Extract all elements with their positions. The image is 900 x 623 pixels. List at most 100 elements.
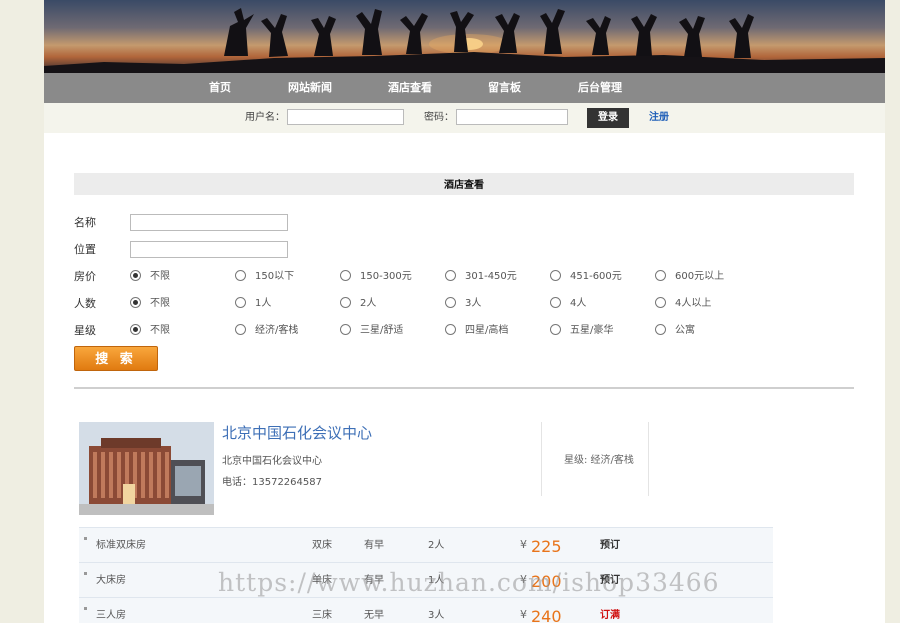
currency-symbol: ¥ bbox=[520, 538, 527, 551]
radio-button[interactable] bbox=[235, 323, 246, 335]
price-label: 房价 bbox=[74, 270, 96, 283]
room-capacity: 2人 bbox=[428, 540, 445, 551]
radio-button[interactable] bbox=[550, 323, 561, 335]
people-option[interactable]: 不限 bbox=[130, 294, 170, 314]
people-filter-row: 人数 不限 1人 2人 3人 4人 4人以上 bbox=[74, 294, 854, 314]
radio-button[interactable] bbox=[445, 296, 456, 308]
radio-button[interactable] bbox=[130, 323, 141, 335]
hotel-name-link[interactable]: 北京中国石化会议中心 bbox=[222, 422, 372, 444]
location-input[interactable] bbox=[130, 241, 288, 258]
star-filter-row: 星级 不限 经济/客栈 三星/舒适 四星/高档 五星/豪华 公寓 bbox=[74, 321, 854, 341]
nav-admin[interactable]: 后台管理 bbox=[578, 73, 622, 103]
price-option[interactable]: 150以下 bbox=[235, 267, 294, 287]
option-label: 四星/高档 bbox=[465, 325, 509, 336]
main-nav: 首页 网站新闻 酒店查看 留言板 后台管理 bbox=[44, 73, 885, 103]
radio-button[interactable] bbox=[655, 323, 666, 335]
price-filter-row: 房价 不限 150以下 150-300元 301-450元 451-600元 6… bbox=[74, 267, 854, 287]
radio-button[interactable] bbox=[340, 269, 351, 281]
option-label: 4人以上 bbox=[675, 298, 712, 309]
price-option[interactable]: 451-600元 bbox=[550, 267, 622, 287]
book-button[interactable]: 预订 bbox=[600, 563, 620, 598]
room-breakfast: 有早 bbox=[364, 540, 384, 551]
star-option[interactable]: 公寓 bbox=[655, 321, 695, 341]
option-label: 3人 bbox=[465, 298, 482, 309]
option-label: 301-450元 bbox=[465, 271, 517, 282]
currency-symbol: ¥ bbox=[520, 608, 527, 621]
room-capacity: 1人 bbox=[428, 575, 445, 586]
people-option[interactable]: 2人 bbox=[340, 294, 376, 314]
star-label: 星级 bbox=[74, 324, 96, 337]
password-input[interactable] bbox=[456, 109, 568, 125]
room-breakfast: 有早 bbox=[364, 575, 384, 586]
name-label: 名称 bbox=[74, 216, 96, 229]
option-label: 经济/客栈 bbox=[255, 325, 299, 336]
option-label: 不限 bbox=[150, 325, 170, 336]
option-label: 公寓 bbox=[675, 325, 695, 336]
people-option[interactable]: 4人 bbox=[550, 294, 586, 314]
option-label: 451-600元 bbox=[570, 271, 622, 282]
option-label: 150-300元 bbox=[360, 271, 412, 282]
option-label: 三星/舒适 bbox=[360, 325, 404, 336]
radio-button[interactable] bbox=[235, 269, 246, 281]
book-button[interactable]: 预订 bbox=[600, 528, 620, 563]
currency-symbol: ¥ bbox=[520, 573, 527, 586]
search-button[interactable]: 搜 索 bbox=[74, 346, 158, 371]
login-bar: 用户名： 密码： 登录 注册 bbox=[44, 103, 885, 133]
hotel-photo[interactable] bbox=[79, 422, 214, 515]
people-option[interactable]: 4人以上 bbox=[655, 294, 711, 314]
radio-button[interactable] bbox=[340, 323, 351, 335]
username-input[interactable] bbox=[287, 109, 404, 125]
room-price: 225 bbox=[531, 537, 562, 556]
price-option[interactable]: 150-300元 bbox=[340, 267, 412, 287]
star-option[interactable]: 五星/豪华 bbox=[550, 321, 613, 341]
nav-home[interactable]: 首页 bbox=[209, 73, 231, 103]
hotel-card: 北京中国石化会议中心 北京中国石化会议中心 电话：13572264587 星级:… bbox=[79, 422, 779, 516]
register-link[interactable]: 注册 bbox=[649, 103, 669, 133]
room-price: 200 bbox=[531, 572, 562, 591]
hotel-phone: 电话：13572264587 bbox=[222, 477, 322, 488]
nav-hotels[interactable]: 酒店查看 bbox=[388, 73, 432, 103]
room-name: 标准双床房 bbox=[96, 540, 146, 551]
radio-button[interactable] bbox=[445, 269, 456, 281]
option-label: 不限 bbox=[150, 298, 170, 309]
header-banner bbox=[44, 0, 885, 73]
star-option[interactable]: 四星/高档 bbox=[445, 321, 508, 341]
location-row: 位置 bbox=[74, 240, 854, 260]
radio-button[interactable] bbox=[130, 269, 141, 281]
room-row: 大床房 单床 有早 1人 ¥ 200 预订 bbox=[79, 562, 773, 598]
option-label: 600元以上 bbox=[675, 271, 725, 282]
price-option[interactable]: 不限 bbox=[130, 267, 170, 287]
radio-button[interactable] bbox=[550, 296, 561, 308]
room-row: 标准双床房 双床 有早 2人 ¥ 225 预订 bbox=[79, 527, 773, 563]
fully-booked-label: 订满 bbox=[600, 610, 620, 621]
room-breakfast: 无早 bbox=[364, 610, 384, 621]
column-divider bbox=[541, 422, 542, 496]
radio-button[interactable] bbox=[130, 296, 141, 308]
star-option[interactable]: 不限 bbox=[130, 321, 170, 341]
star-option[interactable]: 三星/舒适 bbox=[340, 321, 403, 341]
radio-button[interactable] bbox=[445, 323, 456, 335]
password-label: 密码： bbox=[424, 112, 454, 123]
price-option[interactable]: 301-450元 bbox=[445, 267, 517, 287]
people-option[interactable]: 3人 bbox=[445, 294, 481, 314]
radio-button[interactable] bbox=[340, 296, 351, 308]
banner-image bbox=[44, 8, 885, 73]
radio-button[interactable] bbox=[550, 269, 561, 281]
radio-button[interactable] bbox=[655, 269, 666, 281]
login-button[interactable]: 登录 bbox=[587, 108, 629, 128]
nav-guestbook[interactable]: 留言板 bbox=[488, 73, 521, 103]
nav-news[interactable]: 网站新闻 bbox=[288, 73, 332, 103]
option-label: 150以下 bbox=[255, 271, 295, 282]
name-row: 名称 bbox=[74, 213, 854, 233]
location-label: 位置 bbox=[74, 243, 96, 256]
people-option[interactable]: 1人 bbox=[235, 294, 271, 314]
name-input[interactable] bbox=[130, 214, 288, 231]
radio-button[interactable] bbox=[655, 296, 666, 308]
option-label: 五星/豪华 bbox=[570, 325, 614, 336]
radio-button[interactable] bbox=[235, 296, 246, 308]
page-container: 首页 网站新闻 酒店查看 留言板 后台管理 用户名： 密码： 登录 注册 酒店查… bbox=[44, 0, 885, 623]
price-option[interactable]: 600元以上 bbox=[655, 267, 724, 287]
column-divider bbox=[648, 422, 649, 496]
star-option[interactable]: 经济/客栈 bbox=[235, 321, 298, 341]
room-bed: 单床 bbox=[312, 575, 332, 586]
